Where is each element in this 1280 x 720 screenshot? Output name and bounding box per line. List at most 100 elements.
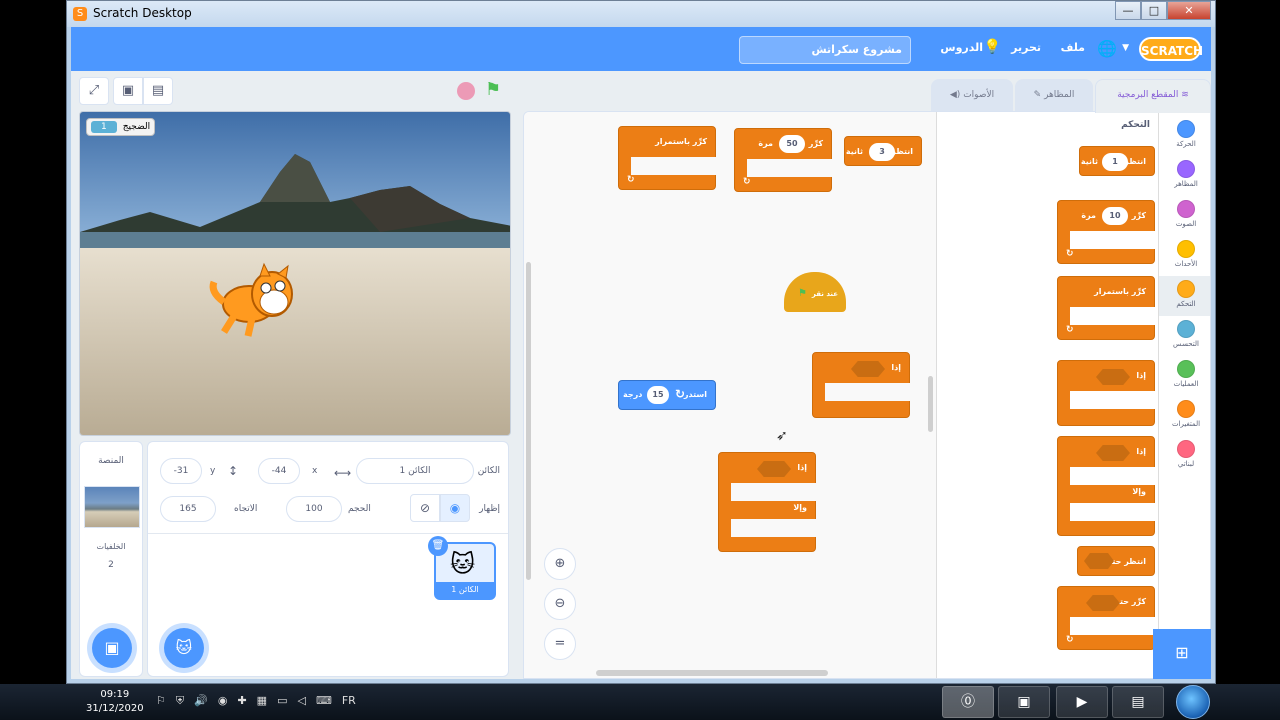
repeat-count-input[interactable]: 50 (779, 135, 805, 153)
volume-icon[interactable]: 🔊 (194, 694, 208, 708)
clock[interactable]: 09:19 31/12/2020 (86, 688, 144, 716)
category-events[interactable]: الأحداث (1159, 236, 1210, 276)
block-palette: التحكم انتظر 1 ثانية كرِّر 10 مرة ↻ كرِّ… (936, 112, 1158, 678)
category-looks[interactable]: المظاهر (1159, 156, 1210, 196)
small-stage-button[interactable]: ▣ (113, 77, 143, 105)
taskbar-media-player-icon[interactable]: ▶ (1056, 686, 1108, 718)
maximize-button[interactable]: □ (1141, 1, 1167, 20)
wait-block[interactable]: انتظر 3 ثانية (844, 136, 922, 166)
condition-slot[interactable] (1086, 595, 1120, 611)
repeat-count-input[interactable]: 10 (1102, 207, 1128, 225)
taskbar-explorer-icon[interactable]: ▤ (1112, 686, 1164, 718)
monitor-icon[interactable]: ▭ (277, 694, 287, 708)
project-title-input[interactable]: مشروع سكراتش (739, 36, 911, 64)
green-flag-button[interactable]: ⚑ (485, 79, 501, 100)
category-sound[interactable]: الصوت (1159, 196, 1210, 236)
size-input[interactable]: 100 (286, 496, 342, 522)
category-motion[interactable]: الحركة (1159, 116, 1210, 156)
speaker-icon: ◀) (949, 90, 961, 100)
large-stage-button[interactable]: ▤ (143, 77, 173, 105)
zoom-out-button[interactable]: ⊖ (544, 588, 576, 620)
menu-bar: مشروع سكراتش 💡 الدروس تحرير ملف ▼ 🌐 SCRA… (71, 27, 1211, 71)
file-menu[interactable]: ملف (1061, 41, 1085, 54)
category-label: التحكم (1176, 300, 1196, 308)
keyboard-icon[interactable]: ⌨ (316, 694, 332, 708)
horizontal-scrollbar[interactable] (596, 670, 828, 676)
x-input[interactable]: -44 (258, 458, 300, 484)
close-button[interactable]: ✕ (1167, 1, 1211, 20)
wait-seconds-input[interactable]: 1 (1102, 153, 1128, 171)
palette-repeat-block[interactable]: كرِّر 10 مرة ↻ (1057, 200, 1156, 264)
network-icon[interactable]: ▦ (257, 694, 267, 708)
category-control[interactable]: التحكم (1159, 276, 1210, 316)
minimize-button[interactable]: — (1115, 1, 1141, 20)
taskbar-presentation-icon[interactable]: ▣ (998, 686, 1050, 718)
add-sprite-button[interactable]: 🐱 (164, 628, 204, 668)
palette-forever-block[interactable]: كرِّر باستمرار ↻ (1057, 276, 1156, 340)
show-sprite-button[interactable]: ◉ (440, 494, 470, 522)
stage-selector[interactable]: المنصة الخلفيات 2 ▣ (79, 441, 143, 677)
windows-start-icon[interactable] (1176, 685, 1210, 719)
palette-repeat-until-block[interactable]: كرِّر حتى ↻ (1057, 586, 1156, 650)
add-backdrop-button[interactable]: ▣ (92, 628, 132, 668)
operators-dot-icon (1177, 360, 1195, 378)
y-input[interactable]: -31 (160, 458, 202, 484)
turn-block[interactable]: استدر ↻ 15 درجة (618, 380, 716, 410)
zoom-reset-button[interactable]: = (544, 628, 576, 660)
trash-icon[interactable]: 🗑 (428, 536, 448, 556)
condition-slot[interactable] (1096, 369, 1130, 385)
tutorials-icon[interactable]: 💡 (984, 39, 1001, 55)
tab-costumes[interactable]: ✎ المظاهر (1015, 79, 1093, 111)
sprite-name-input[interactable]: الكائن 1 (356, 458, 474, 484)
category-operators[interactable]: العمليات (1159, 356, 1210, 396)
direction-input[interactable]: 165 (160, 496, 216, 522)
condition-slot[interactable] (1084, 553, 1114, 569)
show-label: إظهار (479, 504, 500, 514)
mute-icon[interactable]: ◁ (297, 694, 305, 708)
condition-slot[interactable] (851, 361, 885, 377)
palette-wait-block[interactable]: انتظر 1 ثانية (1079, 146, 1155, 176)
hide-sprite-button[interactable]: ⊘ (410, 494, 440, 522)
palette-if-else-block[interactable]: إذا وإلا (1057, 436, 1156, 536)
palette-wait-until-block[interactable]: انتظر حتى (1077, 546, 1155, 576)
when-flag-clicked-block[interactable]: عند نقر ⚑ (784, 272, 846, 312)
workspace-scrollbar[interactable] (928, 376, 933, 432)
security-icon[interactable]: ✚ (237, 694, 246, 708)
forever-block[interactable]: كرِّر باستمرار ↻ (618, 126, 717, 190)
add-extension-button[interactable]: ⊞ (1153, 629, 1211, 679)
condition-slot[interactable] (757, 461, 791, 477)
sound-dot-icon (1177, 200, 1195, 218)
looks-dot-icon (1177, 160, 1195, 178)
tab-code[interactable]: المقطع البرمجية ≋ (1095, 79, 1211, 113)
scratch-logo[interactable]: SCRATCH (1139, 37, 1203, 61)
stage-canvas[interactable]: 1 الضجيج (79, 111, 511, 436)
edit-menu[interactable]: تحرير (1011, 41, 1041, 54)
if-else-block[interactable]: إذا وإلا (718, 452, 817, 552)
cat-sprite[interactable] (204, 262, 304, 342)
tab-sounds[interactable]: ◀) الأصوات (931, 79, 1013, 111)
if-block[interactable]: إذا (812, 352, 911, 418)
shield-icon[interactable]: ⛨ (176, 694, 184, 708)
palette-if-block[interactable]: إذا (1057, 360, 1156, 426)
chevron-down-icon[interactable]: ▼ (1122, 43, 1129, 53)
flag-icon[interactable]: ⚐ (156, 694, 166, 708)
category-variables[interactable]: المتغيرات (1159, 396, 1210, 436)
language-indicator[interactable]: FR (342, 694, 356, 708)
wait-seconds-input[interactable]: 3 (869, 143, 895, 161)
repeat-block[interactable]: كرِّر 50 مرة ↻ (734, 128, 833, 192)
category-my-blocks[interactable]: لبناتي (1159, 436, 1210, 476)
turn-degrees-input[interactable]: 15 (647, 386, 669, 404)
script-workspace[interactable]: كرِّر باستمرار ↻ كرِّر 50 مرة ↻ انتظر 3 … (524, 112, 936, 678)
category-sensing[interactable]: التحسس (1159, 316, 1210, 356)
globe-icon[interactable]: 🌐 (1097, 39, 1117, 58)
zoom-in-button[interactable]: ⊕ (544, 548, 576, 580)
taskbar-scratch-icon[interactable]: ⓪ (942, 686, 994, 718)
variable-value: 1 (91, 121, 117, 133)
mouse-cursor-icon: ➶ (776, 428, 788, 444)
stop-button[interactable] (457, 82, 475, 100)
tutorials-menu[interactable]: الدروس (940, 41, 983, 54)
fullscreen-button[interactable]: ⤢ (79, 77, 109, 105)
avast-icon[interactable]: ◉ (218, 694, 228, 708)
condition-slot[interactable] (1096, 445, 1130, 461)
vertical-scrollbar[interactable] (526, 262, 531, 580)
